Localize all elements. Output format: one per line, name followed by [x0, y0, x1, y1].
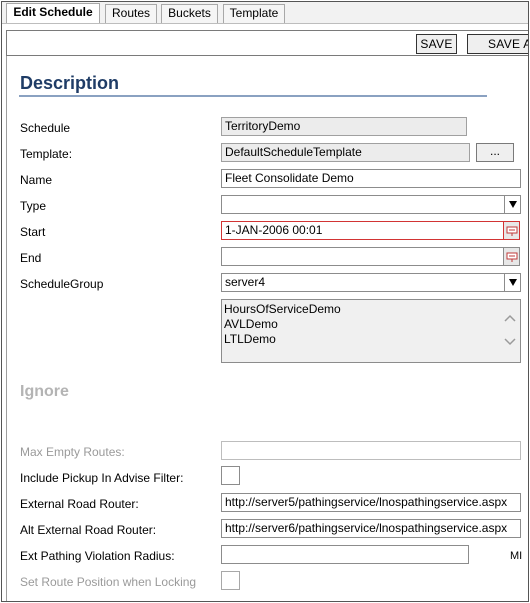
external-router-label: External Road Router: [20, 497, 139, 511]
max-empty-routes-label: Max Empty Routes: [20, 445, 125, 459]
alt-router-input[interactable]: http://server6/pathingservice/lnospathin… [221, 519, 521, 538]
schedule-group-value: server4 [225, 275, 266, 289]
include-pickup-checkbox[interactable] [221, 466, 240, 485]
schedule-group-list[interactable]: HoursOfServiceDemo AVLDemo LTLDemo [221, 299, 521, 363]
action-toolbar: SAVE SAVE A [6, 30, 528, 56]
set-route-position-label: Set Route Position when Locking [20, 575, 197, 589]
ext-violation-radius-input[interactable] [221, 545, 469, 564]
template-field: DefaultScheduleTemplate [221, 143, 470, 162]
section-divider [19, 95, 487, 97]
tab-routes[interactable]: Routes [105, 4, 157, 23]
ext-violation-radius-label: Ext Pathing Violation Radius: [20, 549, 175, 563]
schedule-field: TerritoryDemo [221, 117, 467, 136]
unit-label: MI [510, 550, 523, 562]
tab-bar: Edit Schedule Routes Buckets Template [2, 2, 528, 24]
calendar-icon [506, 252, 518, 262]
start-date-input[interactable]: 1-JAN-2006 00:01 [221, 221, 504, 240]
save-as-button[interactable]: SAVE A [467, 34, 528, 54]
schedule-label: Schedule [20, 121, 71, 135]
schedule-group-label: ScheduleGroup [20, 277, 104, 291]
tab-buckets[interactable]: Buckets [161, 4, 218, 23]
template-browse-button[interactable]: ... [476, 143, 514, 162]
end-label: End [20, 251, 42, 265]
schedule-form: Description Schedule TerritoryDemo Templ… [6, 56, 528, 601]
set-route-position-checkbox[interactable] [221, 571, 240, 590]
chevron-down-icon[interactable] [504, 338, 516, 346]
calendar-icon [506, 226, 518, 236]
template-label: Template: [20, 147, 73, 161]
start-calendar-button[interactable] [503, 221, 520, 240]
name-input[interactable]: Fleet Consolidate Demo [221, 169, 521, 188]
type-label: Type [20, 199, 47, 213]
name-label: Name [20, 173, 53, 187]
save-button[interactable]: SAVE [416, 34, 457, 54]
description-section-title: Description [20, 73, 120, 93]
end-date-input[interactable] [221, 247, 504, 266]
chevron-down-icon[interactable] [504, 196, 520, 213]
tab-template[interactable]: Template [223, 4, 285, 23]
edit-schedule-window: Edit Schedule Routes Buckets Template SA… [1, 1, 529, 602]
alt-router-label: Alt External Road Router: [20, 523, 157, 537]
list-item[interactable]: AVLDemo [224, 317, 518, 332]
tab-edit-schedule[interactable]: Edit Schedule [6, 3, 100, 23]
schedule-group-select[interactable]: server4 [221, 273, 521, 292]
include-pickup-label: Include Pickup In Advise Filter: [20, 471, 184, 485]
end-calendar-button[interactable] [503, 247, 520, 266]
list-item[interactable]: LTLDemo [224, 332, 518, 347]
type-select[interactable] [221, 195, 521, 214]
chevron-down-icon[interactable] [504, 274, 520, 291]
chevron-up-icon[interactable] [504, 314, 516, 322]
ignore-section-title: Ignore [20, 383, 69, 400]
start-label: Start [20, 225, 46, 239]
external-router-input[interactable]: http://server5/pathingservice/lnospathin… [221, 493, 521, 512]
max-empty-routes-input[interactable] [221, 441, 521, 460]
list-item[interactable]: HoursOfServiceDemo [224, 302, 518, 317]
